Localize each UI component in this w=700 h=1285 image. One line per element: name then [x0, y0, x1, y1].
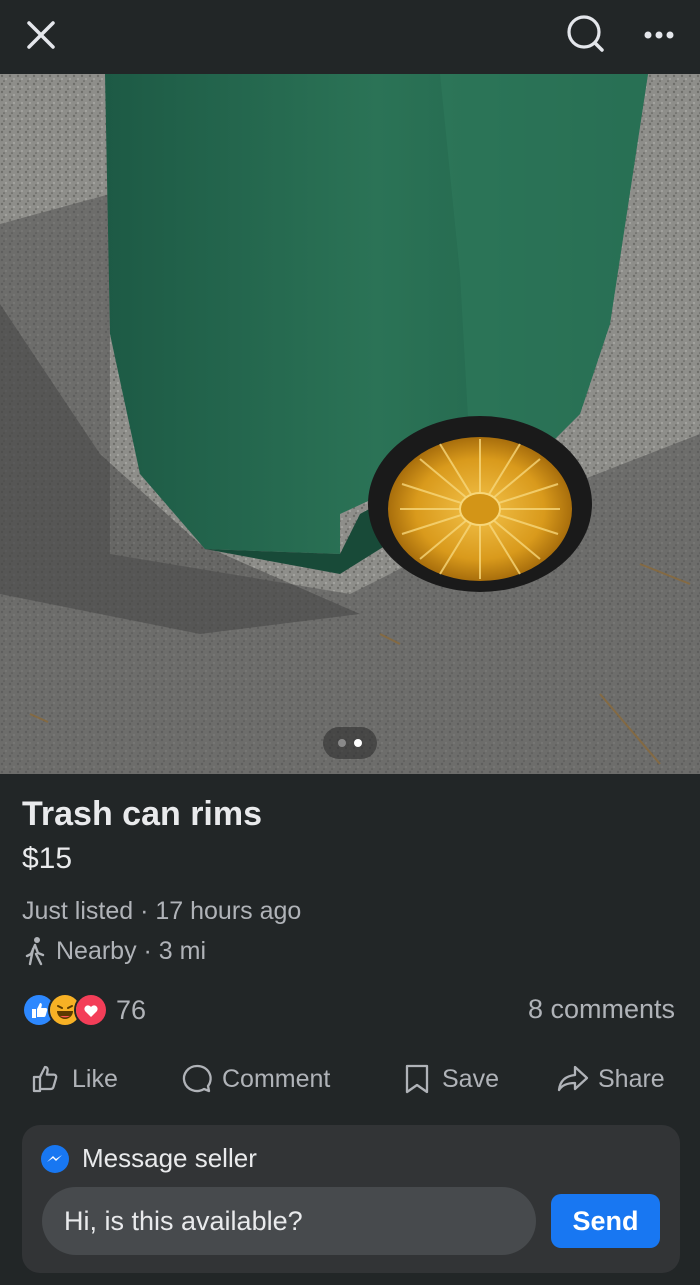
image-pager[interactable]: [323, 727, 377, 759]
comment-button[interactable]: Comment: [180, 1055, 330, 1103]
search-icon[interactable]: [560, 10, 610, 60]
thumbs-up-icon: [32, 1065, 58, 1093]
more-options-icon[interactable]: [634, 10, 684, 60]
save-button[interactable]: Save: [400, 1055, 499, 1103]
pager-dot-active[interactable]: [354, 739, 362, 747]
top-bar: [0, 0, 700, 74]
comment-label: Comment: [222, 1064, 331, 1093]
share-label: Share: [598, 1064, 665, 1093]
reaction-summary[interactable]: 76: [22, 993, 146, 1027]
like-label: Like: [72, 1064, 118, 1093]
bookmark-icon: [405, 1064, 429, 1094]
pager-dot[interactable]: [338, 739, 346, 747]
save-label: Save: [442, 1064, 499, 1093]
walking-icon: [25, 937, 45, 966]
listing-time: Just listed · 17 hours ago: [22, 897, 302, 925]
share-arrow-icon: [557, 1065, 589, 1092]
message-header: Message seller: [40, 1143, 257, 1174]
message-header-label: Message seller: [82, 1143, 257, 1173]
comments-count[interactable]: 8 comments: [528, 994, 675, 1025]
send-button[interactable]: Send: [551, 1194, 660, 1248]
message-seller-box: Message seller Send: [22, 1125, 680, 1273]
listing-title: Trash can rims: [22, 795, 263, 833]
close-icon[interactable]: [16, 10, 66, 60]
comment-bubble-icon: [182, 1064, 212, 1093]
share-button[interactable]: Share: [556, 1055, 665, 1103]
listing-price: $15: [22, 842, 73, 875]
listing-photo[interactable]: [0, 74, 700, 774]
love-reaction-icon: [74, 993, 108, 1027]
trash-can-photo: [0, 74, 700, 774]
listing-location: Nearby · 3 mi: [22, 936, 206, 966]
like-button[interactable]: Like: [30, 1055, 118, 1103]
action-bar: Like Comment Save Share: [0, 1055, 700, 1103]
message-input[interactable]: [42, 1187, 536, 1255]
location-text: Nearby · 3 mi: [56, 936, 207, 965]
reaction-count: 76: [116, 994, 147, 1025]
messenger-icon: [41, 1144, 69, 1173]
